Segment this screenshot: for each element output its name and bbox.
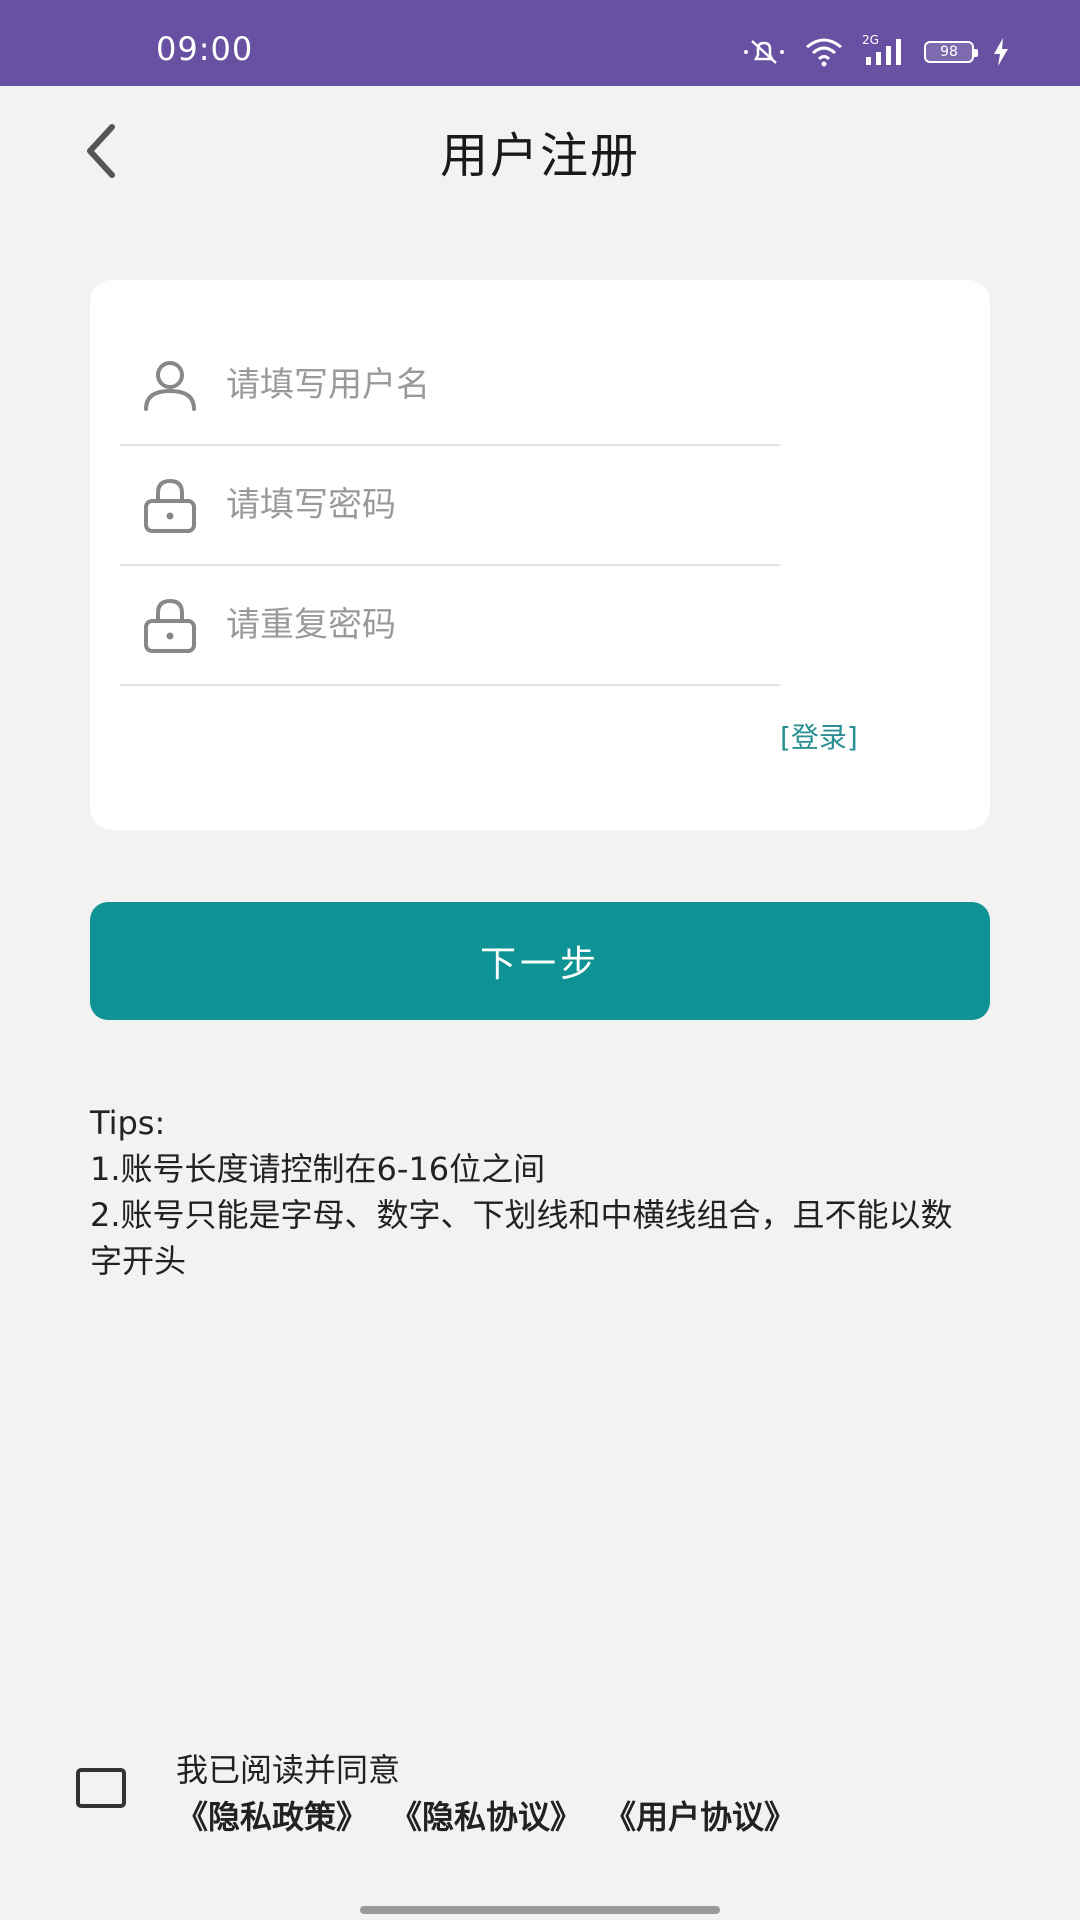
status-icons: 2G 98 (742, 33, 1010, 70)
status-time: 09:00 (156, 30, 254, 68)
battery-level: 98 (940, 44, 958, 60)
charging-icon (994, 38, 1008, 66)
mute-icon (744, 40, 784, 64)
status-bar: 09:00 2G 98 (0, 0, 1080, 86)
login-link[interactable]: [登录] (780, 716, 858, 756)
agreement-text: 我已阅读并同意 (176, 1751, 401, 1789)
lock-icon (144, 598, 196, 653)
username-input[interactable] (226, 355, 780, 415)
home-indicator[interactable] (360, 1906, 720, 1914)
page-title: 用户注册 (439, 128, 640, 184)
repeat-password-input[interactable] (226, 595, 780, 655)
signal-icon: 2G (862, 33, 906, 67)
battery-icon: 98 (924, 41, 978, 63)
repeat-password-field (120, 566, 780, 686)
agreement-checkbox[interactable] (76, 1768, 126, 1808)
username-field (120, 326, 780, 446)
tips-title: Tips: (90, 1104, 166, 1142)
password-field (120, 446, 780, 566)
privacy-agreement-link[interactable]: 《隐私协议》 (390, 1792, 582, 1838)
agreement-links: 《隐私政策》 《隐私协议》 《用户协议》 (176, 1792, 796, 1838)
user-agreement-link[interactable]: 《用户协议》 (604, 1792, 796, 1838)
tips-line-1: 1.账号长度请控制在6-16位之间 (90, 1150, 546, 1188)
password-input[interactable] (226, 475, 780, 535)
tips: Tips: 1.账号长度请控制在6-16位之间 2.账号只能是字母、数字、下划线… (90, 1100, 970, 1284)
lock-icon (144, 478, 196, 533)
user-icon (144, 361, 196, 411)
header: 用户注册 (0, 86, 1080, 216)
next-step-button[interactable]: 下一步 (90, 902, 990, 1020)
wifi-icon (806, 38, 842, 67)
privacy-policy-link[interactable]: 《隐私政策》 (176, 1792, 368, 1838)
tips-line-2: 2.账号只能是字母、数字、下划线和中横线组合，且不能以数字开头 (90, 1196, 953, 1280)
